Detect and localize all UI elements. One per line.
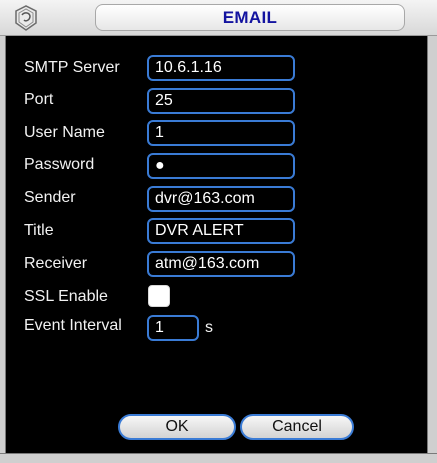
dahua-logo-icon [15,5,37,31]
user-name-input[interactable] [147,120,295,146]
sender-input[interactable] [147,186,295,212]
port-label: Port [24,91,54,108]
title-label: Title [24,222,54,239]
ok-button[interactable]: OK [118,414,236,440]
event-interval-label: Event Interval [24,317,122,334]
email-settings-window: EMAIL SMTP Server Port User Name Passwor… [0,0,437,463]
title-bar: EMAIL [0,0,437,36]
receiver-input[interactable] [147,251,295,277]
receiver-label: Receiver [24,255,88,272]
ssl-enable-checkbox[interactable] [148,285,170,307]
title-input[interactable] [147,218,295,244]
smtp-server-label: SMTP Server [24,59,120,76]
cancel-button[interactable]: Cancel [240,414,354,440]
sender-label: Sender [24,189,76,206]
event-interval-input[interactable] [147,315,199,341]
port-input[interactable] [147,88,295,114]
password-label: Password [24,156,95,173]
ssl-enable-label: SSL Enable [24,288,108,305]
smtp-server-input[interactable] [147,55,295,81]
frame-left-border [0,36,6,463]
password-input[interactable] [147,153,295,179]
frame-bottom-border [0,453,437,463]
event-interval-unit: s [205,319,213,336]
user-name-label: User Name [24,124,105,141]
window-title: EMAIL [95,4,405,31]
frame-right-border [427,36,437,463]
